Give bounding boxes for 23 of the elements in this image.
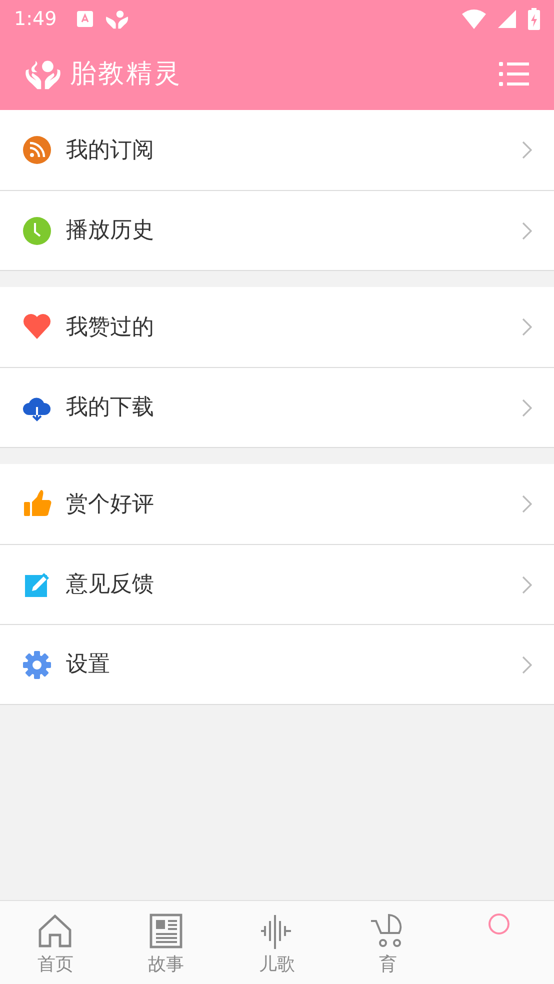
chevron-right-icon	[522, 141, 532, 159]
app-title: 胎教精灵	[70, 58, 182, 90]
chevron-right-icon	[522, 656, 532, 674]
chevron-right-icon	[522, 222, 532, 240]
rss-icon	[22, 135, 52, 165]
keyboard-icon	[76, 11, 93, 27]
battery-icon	[528, 8, 540, 30]
newspaper-icon	[148, 913, 184, 949]
circle-icon	[488, 913, 510, 935]
signal-icon	[498, 10, 516, 28]
chevron-right-icon	[522, 576, 532, 594]
status-time: 1:49	[14, 6, 57, 32]
chevron-right-icon	[522, 398, 532, 416]
menu-icon	[499, 61, 529, 87]
thumbs-up-icon	[22, 489, 52, 519]
settings-icon	[22, 650, 52, 680]
chevron-right-icon	[522, 495, 532, 513]
chevron-right-icon	[522, 318, 532, 336]
clock-icon	[22, 216, 52, 246]
menu-button[interactable]	[498, 60, 530, 88]
wifi-icon	[462, 9, 486, 29]
hands-baby-icon	[104, 8, 129, 30]
home-icon	[37, 913, 74, 949]
